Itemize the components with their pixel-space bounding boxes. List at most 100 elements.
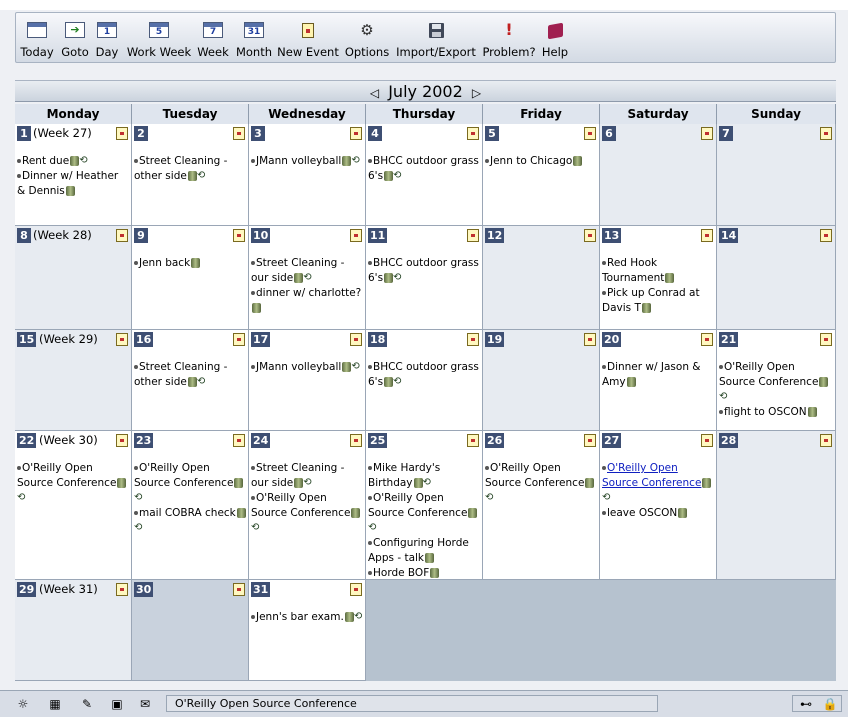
day-cell[interactable]: 7 [717,124,836,226]
day-number[interactable]: 29 [17,582,37,597]
day-number[interactable]: 30 [134,582,154,597]
delete-event-icon[interactable] [342,362,352,372]
day-cell[interactable]: 23 O'Reilly Open Source Conference⟲ mail C… [132,431,249,580]
delete-event-icon[interactable] [626,377,636,387]
event-title[interactable]: Jenn's bar exam. [256,611,344,623]
toolbar-import-export-button[interactable]: Import/Export [394,13,478,62]
day-number[interactable]: 14 [719,228,739,243]
next-month-arrow-icon[interactable]: ▷ [468,86,485,100]
calendar-event[interactable]: Jenn's bar exam. ⟲ [251,610,363,625]
calendar-event[interactable]: Street Cleaning - other side ⟲ [134,360,246,390]
add-event-icon[interactable] [116,333,128,346]
delete-event-icon[interactable] [430,568,440,578]
add-event-icon[interactable] [233,434,245,447]
calendar-event[interactable]: O'Reilly Open Source Conference ⟲ [134,461,246,506]
add-event-icon[interactable] [116,229,128,242]
add-event-icon[interactable] [701,333,713,346]
delete-event-icon[interactable] [236,508,246,518]
calendar-event[interactable]: O'Reilly Open Source Conference ⟲ [485,461,597,506]
calendar-event[interactable]: Dinner w/ Jason & Amy [602,360,714,390]
delete-event-icon[interactable] [384,273,394,283]
day-number[interactable]: 15 [17,332,37,347]
week-number-link[interactable]: (Week 28) [33,228,92,243]
toolbar-work-week-button[interactable]: 5 Work Week [124,13,194,62]
event-title[interactable]: JMann volleyball [256,155,341,167]
week-number-link[interactable]: (Week 30) [39,433,98,448]
day-cell[interactable]: 3 JMann volleyball ⟲ [249,124,366,226]
day-cell[interactable]: 19 [483,330,600,431]
day-number[interactable]: 25 [368,433,388,448]
week-number-link[interactable]: (Week 31) [39,582,98,597]
day-cell[interactable]: 21 O'Reilly Open Source Conference ⟲ flight… [717,330,836,431]
delete-event-icon[interactable] [819,377,829,387]
event-title[interactable]: O'Reilly Open Source Conference [485,462,584,489]
add-event-icon[interactable] [584,229,596,242]
add-event-icon[interactable] [584,434,596,447]
day-number[interactable]: 22 [17,433,37,448]
delete-event-icon[interactable] [585,478,595,488]
day-number[interactable]: 21 [719,332,739,347]
toolbar-goto-button[interactable]: ➔ Goto [60,13,90,62]
day-number[interactable]: 7 [719,126,733,141]
delete-event-icon[interactable] [187,377,197,387]
day-number[interactable]: 23 [134,433,154,448]
toolbar-new-event-button[interactable]: New Event [276,13,340,62]
day-cell[interactable]: 10 Street Cleaning - our side ⟲ dinner w/ c… [249,226,366,330]
calendar-event[interactable]: Horde BOF [368,566,480,579]
day-cell[interactable]: 22 (Week 30) O'Reilly Open Source Conferen… [15,431,132,580]
calendar-event[interactable]: Jenn to Chicago [485,154,597,169]
delete-event-icon[interactable] [807,407,817,417]
day-cell[interactable]: 25 Mike Hardy's Birthday ⟲ O'Reilly Open So… [366,431,483,580]
event-title[interactable]: dinner w/ charlotte? [256,287,361,299]
add-event-icon[interactable] [116,434,128,447]
event-title[interactable]: Jenn to Chicago [490,155,572,167]
add-event-icon[interactable] [233,229,245,242]
toolbar-day-button[interactable]: 1 Day [94,13,120,62]
day-number[interactable]: 13 [602,228,622,243]
add-event-icon[interactable] [350,434,362,447]
delete-event-icon[interactable] [344,612,354,622]
delete-event-icon[interactable] [702,478,712,488]
notes-icon[interactable]: ✉ [136,697,154,711]
delete-event-icon[interactable] [384,377,394,387]
add-event-icon[interactable] [701,229,713,242]
delete-event-icon[interactable] [117,478,127,488]
calendar-event[interactable]: Rent due ⟲ [17,154,129,169]
calendar-event[interactable]: Street Cleaning - our side ⟲ [251,461,363,491]
week-number-link[interactable]: (Week 29) [39,332,98,347]
event-title[interactable]: Red Hook Tournament [602,257,664,284]
day-cell[interactable]: 1 (Week 27) Rent due ⟲ Dinner w/ Heather & D… [15,124,132,226]
add-event-icon[interactable] [467,229,479,242]
add-event-icon[interactable] [820,127,832,140]
prev-month-arrow-icon[interactable]: ◁ [366,86,383,100]
calendar-event[interactable]: O'Reilly Open Source Conference ⟲ [251,491,363,536]
add-event-icon[interactable] [701,127,713,140]
event-title[interactable]: O'Reilly Open Source Conference [602,462,701,489]
day-number[interactable]: 4 [368,126,382,141]
event-title[interactable]: O'Reilly Open Source Conference [368,492,467,519]
week-number-link[interactable]: (Week 27) [33,126,92,141]
event-title[interactable]: Configuring Horde Apps - talk [368,537,469,564]
event-title[interactable]: flight to OSCON [724,406,807,418]
delete-event-icon[interactable] [65,186,75,196]
day-cell[interactable]: 18 BHCC outdoor grass 6's ⟲ [366,330,483,431]
day-number[interactable]: 27 [602,433,622,448]
add-event-icon[interactable] [701,434,713,447]
calendar-event[interactable]: mail COBRA check ⟲ [134,506,246,536]
address-book-icon[interactable]: ▣ [108,697,126,711]
calendar-event[interactable]: O'Reilly Open Source Conference ⟲ [602,461,714,506]
day-cell[interactable]: 4 BHCC outdoor grass 6's ⟲ [366,124,483,226]
add-event-icon[interactable] [350,229,362,242]
day-number[interactable]: 12 [485,228,505,243]
calendar-event[interactable]: dinner w/ charlotte? [251,286,363,316]
day-cell[interactable]: 5 Jenn to Chicago [483,124,600,226]
day-cell[interactable]: 17 JMann volleyball ⟲ [249,330,366,431]
day-number[interactable]: 16 [134,332,154,347]
day-number[interactable]: 31 [251,582,271,597]
day-cell[interactable]: 26 O'Reilly Open Source Conference ⟲ [483,431,600,580]
delete-event-icon[interactable] [294,273,304,283]
calendar-event[interactable]: BHCC outdoor grass 6's ⟲ [368,360,480,390]
event-title[interactable]: Horde BOF [373,567,429,579]
day-number[interactable]: 20 [602,332,622,347]
calendar-event[interactable]: BHCC outdoor grass 6's ⟲ [368,154,480,184]
